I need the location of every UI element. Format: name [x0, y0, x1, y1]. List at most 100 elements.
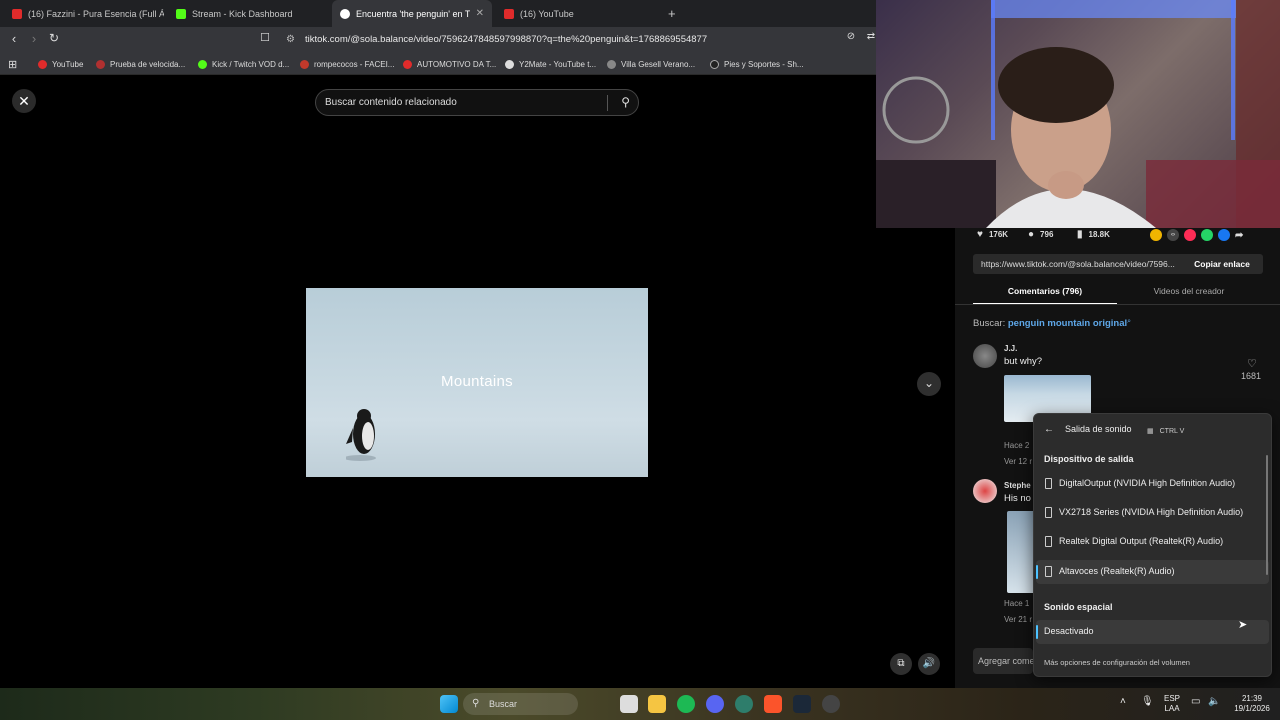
whatsapp-icon[interactable]	[1201, 229, 1213, 241]
bookmark-item[interactable]: Villa Gesell Verano...	[607, 56, 695, 72]
related-search-line[interactable]: Buscar: penguin mountain original⌕	[973, 318, 1131, 329]
apps-icon[interactable]: ⊞	[8, 56, 17, 72]
forward-icon[interactable]: ›	[25, 31, 43, 46]
back-arrow-icon[interactable]: ←	[1044, 424, 1054, 435]
clock-time: 21:39	[1241, 694, 1263, 703]
related-search-input[interactable]: Buscar contenido relacionado ⚲	[315, 89, 639, 116]
add-comment-input[interactable]: Agregar come	[973, 648, 1033, 674]
bookmark-item[interactable]: rompecocos - FACEI...	[300, 56, 394, 72]
device-option[interactable]: DigitalOutput (NVIDIA High Definition Au…	[1036, 472, 1269, 496]
coin-icon[interactable]	[1150, 229, 1162, 241]
taskbar	[0, 688, 1280, 720]
copy-link-button[interactable]: Copiar enlace	[1187, 254, 1257, 274]
obs-icon[interactable]	[822, 695, 840, 713]
likes-count: 176K	[988, 230, 1009, 239]
embed-icon[interactable]: ‹›	[1167, 229, 1179, 241]
device-option[interactable]: Realtek Digital Output (Realtek(R) Audio…	[1036, 530, 1269, 554]
close-video-button[interactable]: ✕	[12, 89, 36, 113]
bookmark-icon[interactable]: ☐	[256, 31, 274, 44]
no-tracking-icon[interactable]: ⊘	[842, 31, 860, 42]
file-explorer-icon[interactable]	[648, 695, 666, 713]
microphone-icon[interactable]: 🎙	[1141, 697, 1154, 707]
tab-comments[interactable]: Comentarios (796)	[973, 284, 1117, 304]
bookmark-item[interactable]: Pies y Soportes - Sh...	[710, 56, 804, 72]
comment-image[interactable]	[1007, 511, 1035, 593]
volume-button[interactable]: 🔊	[918, 653, 940, 675]
selection-indicator	[1036, 565, 1038, 579]
brave-icon[interactable]	[764, 695, 782, 713]
search-query-link[interactable]: penguin mountain original	[1008, 318, 1127, 329]
clock[interactable]: 21:39 19/1/2026	[1228, 694, 1276, 714]
steam-icon[interactable]	[793, 695, 811, 713]
penguin-image	[346, 409, 376, 461]
close-tab-icon[interactable]: ✕	[470, 8, 484, 19]
pip-button[interactable]: ⧉	[890, 653, 912, 675]
browser-tab-4[interactable]: (16) YouTube	[496, 0, 656, 27]
next-video-button[interactable]: ⌄	[917, 372, 941, 396]
back-icon[interactable]: ‹	[5, 31, 23, 46]
bookmark-item[interactable]: Prueba de velocida...	[96, 56, 185, 72]
devices-heading: Dispositivo de salida	[1044, 454, 1134, 464]
task-view-icon[interactable]	[620, 695, 638, 713]
app-icon[interactable]	[735, 695, 753, 713]
spatial-option-selected[interactable]: Desactivado	[1036, 620, 1269, 644]
browser-tab-1[interactable]: (16) Fazzini - Pura Esencia (Full Álbum	[4, 0, 164, 27]
search-icon[interactable]: ⚲	[621, 90, 630, 115]
spotify-icon[interactable]	[677, 695, 695, 713]
device-label: DigitalOutput (NVIDIA High Definition Au…	[1059, 478, 1236, 488]
flyout-scrollbar[interactable]	[1266, 455, 1268, 575]
discord-icon[interactable]	[706, 695, 724, 713]
taskbar-search-label: Buscar	[489, 699, 518, 709]
site-info-icon[interactable]: ⚙	[286, 30, 295, 50]
bookmark-item[interactable]: YouTube	[38, 56, 83, 72]
language-indicator[interactable]: ESP LAA	[1160, 694, 1184, 714]
saves-count: 18.8K	[1088, 230, 1110, 239]
url-text: tiktok.com/@sola.balance/video/759624784…	[305, 34, 708, 45]
comment-icon: ●	[1028, 229, 1035, 240]
avatar[interactable]	[973, 479, 997, 503]
youtube-icon	[38, 59, 47, 69]
likes-stat[interactable]: ♥ 176K	[977, 229, 1008, 240]
more-volume-options-link[interactable]: Más opciones de configuración del volume…	[1044, 658, 1190, 667]
windows-start-icon[interactable]	[440, 695, 458, 713]
faceit-icon	[300, 59, 309, 69]
device-option[interactable]: VX2718 Series (NVIDIA High Definition Au…	[1036, 501, 1269, 525]
bookmark-item[interactable]: Kick / Twitch VOD d...	[198, 56, 289, 72]
comments-stat[interactable]: ● 796	[1028, 229, 1053, 240]
new-tab-button[interactable]: +	[660, 0, 680, 27]
speaker-device-icon	[1045, 566, 1052, 577]
bookmark-icon: ▮	[1077, 229, 1083, 240]
facebook-icon[interactable]	[1218, 229, 1230, 241]
view-replies[interactable]: Ver 12 r	[1004, 457, 1032, 466]
bookmarks-bar: ⊞ YouTube Prueba de velocida... Kick / T…	[0, 53, 876, 75]
send-icon[interactable]	[1184, 229, 1196, 241]
address-bar[interactable]: ⚙ tiktok.com/@sola.balance/video/7596247…	[282, 30, 842, 50]
share-arrow-icon[interactable]: ➦	[1235, 230, 1243, 241]
shopify-icon	[710, 59, 719, 69]
comment-author[interactable]: Stephe	[1004, 481, 1031, 490]
video-player[interactable]: Mountains	[306, 288, 648, 477]
tab-creator-videos[interactable]: Videos del creador	[1117, 284, 1261, 304]
heart-outline-icon[interactable]: ♡	[1247, 357, 1257, 370]
search-divider	[607, 95, 608, 111]
browser-tab-2[interactable]: Stream - Kick Dashboard	[168, 0, 328, 27]
avatar[interactable]	[973, 344, 997, 368]
comment-author[interactable]: J.J.	[1004, 344, 1017, 353]
bookmark-label: AUTOMOTIVO DA T...	[417, 59, 497, 69]
tab-title: (16) Fazzini - Pura Esencia (Full Álbum	[28, 8, 164, 19]
device-option-selected[interactable]: Altavoces (Realtek(R) Audio)	[1036, 560, 1269, 584]
bookmark-item[interactable]: AUTOMOTIVO DA T...	[403, 56, 496, 72]
bookmark-item[interactable]: Y2Mate - YouTube t...	[505, 56, 596, 72]
view-replies[interactable]: Ver 21 r	[1004, 615, 1032, 624]
browser-tab-3-active[interactable]: Encuentra 'the penguin' en TikTok ✕	[332, 0, 492, 27]
taskbar-search[interactable]: ⚲ Buscar	[463, 693, 578, 715]
search-prefix: Buscar:	[973, 318, 1006, 329]
kick-icon	[198, 59, 207, 69]
lang-code: ESP	[1163, 694, 1180, 703]
reload-icon[interactable]: ↻	[45, 31, 63, 45]
chevron-up-icon[interactable]: ˄	[1120, 697, 1126, 707]
volume-icon[interactable]: 🔈	[1208, 697, 1220, 707]
network-icon[interactable]: ▭	[1191, 697, 1200, 707]
saves-stat[interactable]: ▮ 18.8K	[1077, 229, 1110, 240]
clock-date: 19/1/2026	[1234, 704, 1270, 713]
